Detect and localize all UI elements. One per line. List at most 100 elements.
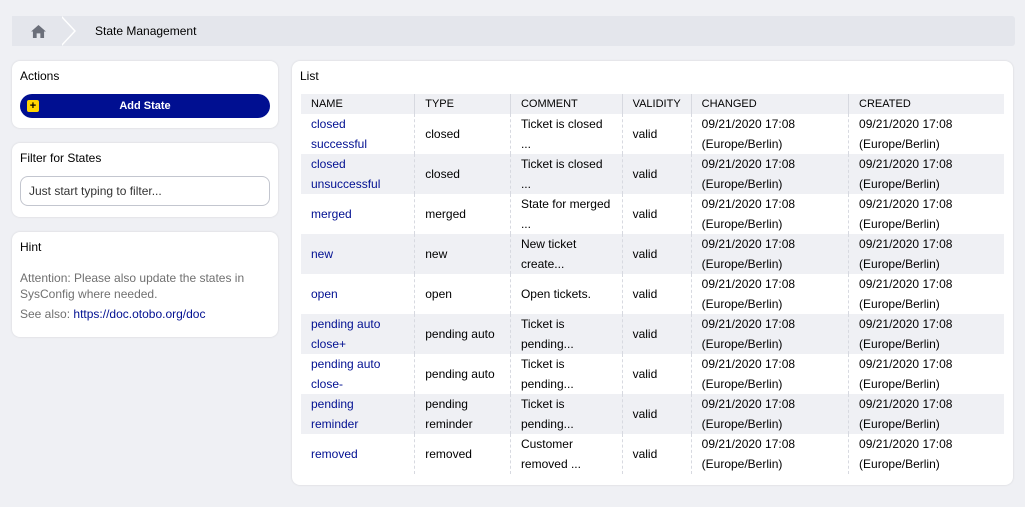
state-name-link[interactable]: closed unsuccessful	[311, 157, 380, 191]
state-changed-cell: 09/21/2020 17:08 (Europe/Berlin)	[701, 277, 796, 311]
table-cell-name: new	[301, 234, 416, 274]
state-changed-cell: 09/21/2020 17:08 (Europe/Berlin)	[701, 357, 796, 391]
filter-title: Filter for States	[20, 151, 102, 165]
table-row[interactable]: removed removed Customer removed ... valid 0…	[301, 434, 1004, 474]
table-cell-validity: valid	[622, 114, 692, 154]
column-header-comment[interactable]: COMMENT	[510, 94, 623, 114]
state-type-cell: removed	[425, 447, 472, 461]
hint-see-also-label: See also:	[20, 307, 71, 321]
table-row[interactable]: open open Open tickets. valid 09/21/2020 17:…	[301, 274, 1004, 314]
table-cell-changed: 09/21/2020 17:08 (Europe/Berlin)	[691, 154, 850, 194]
table-row[interactable]: pending reminder pending reminder Ticket i…	[301, 394, 1004, 434]
state-name-link[interactable]: pending auto close+	[311, 317, 380, 351]
table-cell-created: 09/21/2020 17:08 (Europe/Berlin)	[849, 194, 1004, 234]
state-created-cell: 09/21/2020 17:08 (Europe/Berlin)	[859, 277, 953, 311]
state-name-link[interactable]: closed successful	[311, 117, 367, 151]
state-type-cell: open	[425, 287, 452, 301]
table-header-row: NAME TYPE COMMENT VALIDITY CHANGED CREAT…	[301, 94, 1004, 114]
table-cell-created: 09/21/2020 17:08 (Europe/Berlin)	[849, 354, 1004, 394]
table-cell-created: 09/21/2020 17:08 (Europe/Berlin)	[848, 394, 1004, 434]
table-row[interactable]: closed unsuccessful closed Ticket is close…	[301, 154, 1004, 194]
state-created-cell: 09/21/2020 17:08 (Europe/Berlin)	[859, 357, 953, 391]
table-cell-comment: Ticket is pending...	[510, 354, 623, 394]
table-cell-created: 09/21/2020 17:08 (Europe/Berlin)	[849, 274, 1004, 314]
state-comment-cell: Ticket is closed ...	[520, 117, 603, 151]
table-cell-name: closed successful	[301, 114, 416, 154]
state-type-cell: new	[425, 247, 448, 261]
state-comment-cell: Ticket is pending...	[520, 317, 574, 351]
table-cell-name: pending reminder	[301, 394, 416, 434]
state-changed-cell: 09/21/2020 17:08 (Europe/Berlin)	[701, 437, 796, 471]
table-row[interactable]: closed successful closed Ticket is closed …	[301, 114, 1004, 154]
state-type-cell: pending reminder	[425, 397, 473, 431]
table-cell-type: removed	[414, 434, 511, 474]
table-cell-created: 09/21/2020 17:08 (Europe/Berlin)	[849, 114, 1004, 154]
add-state-button[interactable]: + Add State	[20, 94, 270, 118]
column-header-name[interactable]: NAME	[301, 94, 416, 114]
table-row[interactable]: pending auto close-pending auto Ticket is…	[301, 354, 1004, 394]
state-changed-cell: 09/21/2020 17:08 (Europe/Berlin)	[701, 317, 796, 351]
table-cell-type: open	[414, 274, 511, 314]
table-cell-comment: New ticket create...	[510, 234, 623, 274]
table-row[interactable]: merged merged State for merged ... valid 09/…	[301, 194, 1004, 234]
table-cell-comment: Ticket is closed ...	[510, 114, 623, 154]
table-row[interactable]: new new New ticket create... valid 09/21/202…	[301, 234, 1004, 274]
column-header-type[interactable]: TYPE	[414, 94, 511, 114]
list-panel: List NAME TYPE COMMENT VALIDITY CHANGED …	[292, 61, 1013, 485]
state-name-link[interactable]: open	[311, 287, 338, 301]
state-created-cell: 09/21/2020 17:08 (Europe/Berlin)	[859, 117, 953, 151]
table-cell-name: merged	[301, 194, 416, 234]
state-validity-cell: valid	[632, 367, 658, 381]
state-changed-cell: 09/21/2020 17:08 (Europe/Berlin)	[701, 237, 796, 271]
table-cell-validity: valid	[622, 194, 692, 234]
table-cell-name: pending auto close-	[301, 354, 416, 394]
table-cell-name: open	[301, 274, 416, 314]
state-type-cell: pending auto	[425, 327, 495, 341]
table-cell-type: pending auto	[414, 314, 511, 354]
filter-input[interactable]	[20, 176, 270, 206]
state-comment-cell: New ticket create...	[520, 237, 577, 271]
breadcrumb-separator-fill	[60, 16, 74, 46]
breadcrumb: State Management	[12, 16, 1015, 46]
column-header-validity[interactable]: VALIDITY	[622, 94, 692, 114]
hint-text: Attention: Please also update the states…	[20, 271, 245, 301]
table-cell-type: closed	[414, 114, 511, 154]
state-comment-cell: Open tickets.	[520, 287, 591, 301]
state-name-link[interactable]: removed	[311, 447, 358, 461]
column-header-created[interactable]: CREATED	[848, 94, 1004, 114]
table-row[interactable]: pending auto close+ pending auto Ticket is…	[301, 314, 1004, 354]
state-created-cell: 09/21/2020 17:08 (Europe/Berlin)	[859, 437, 953, 471]
state-name-link[interactable]: new	[311, 247, 333, 261]
state-comment-cell: Customer removed ...	[520, 437, 581, 471]
table-cell-validity: valid	[622, 354, 692, 394]
state-validity-cell: valid	[632, 207, 658, 221]
hint-see-also: See also: https://doc.otobo.org/doc	[20, 307, 205, 321]
table-cell-type: merged	[414, 194, 511, 234]
breadcrumb-home[interactable]	[12, 16, 64, 46]
state-changed-cell: 09/21/2020 17:08 (Europe/Berlin)	[701, 157, 796, 191]
state-changed-cell: 09/21/2020 17:08 (Europe/Berlin)	[701, 197, 796, 231]
state-validity-cell: valid	[632, 287, 658, 301]
table-cell-changed: 09/21/2020 17:08 (Europe/Berlin)	[691, 394, 850, 434]
state-validity-cell: valid	[632, 247, 658, 261]
table-cell-validity: valid	[622, 154, 692, 194]
column-header-changed[interactable]: CHANGED	[691, 94, 850, 114]
table-cell-changed: 09/21/2020 17:08 (Europe/Berlin)	[691, 354, 850, 394]
table-cell-name: pending auto close+	[301, 314, 416, 354]
home-icon	[30, 24, 46, 38]
table-cell-changed: 09/21/2020 17:08 (Europe/Berlin)	[691, 234, 850, 274]
filter-panel: Filter for States	[12, 143, 278, 217]
state-name-link[interactable]: pending reminder	[311, 397, 358, 431]
table-cell-name: closed unsuccessful	[301, 154, 416, 194]
state-comment-cell: Ticket is pending...	[520, 397, 574, 431]
state-validity-cell: valid	[632, 447, 658, 461]
state-name-link[interactable]: merged	[311, 207, 352, 221]
state-validity-cell: valid	[632, 127, 658, 141]
table-cell-validity: valid	[622, 234, 692, 274]
state-name-link[interactable]: pending auto close-	[311, 357, 380, 391]
state-created-cell: 09/21/2020 17:08 (Europe/Berlin)	[859, 237, 953, 271]
hint-doc-link[interactable]: https://doc.otobo.org/doc	[73, 307, 205, 321]
state-changed-cell: 09/21/2020 17:08 (Europe/Berlin)	[701, 117, 796, 151]
table-cell-validity: valid	[622, 394, 692, 434]
states-table: NAME TYPE COMMENT VALIDITY CHANGED CREAT…	[301, 94, 1004, 474]
